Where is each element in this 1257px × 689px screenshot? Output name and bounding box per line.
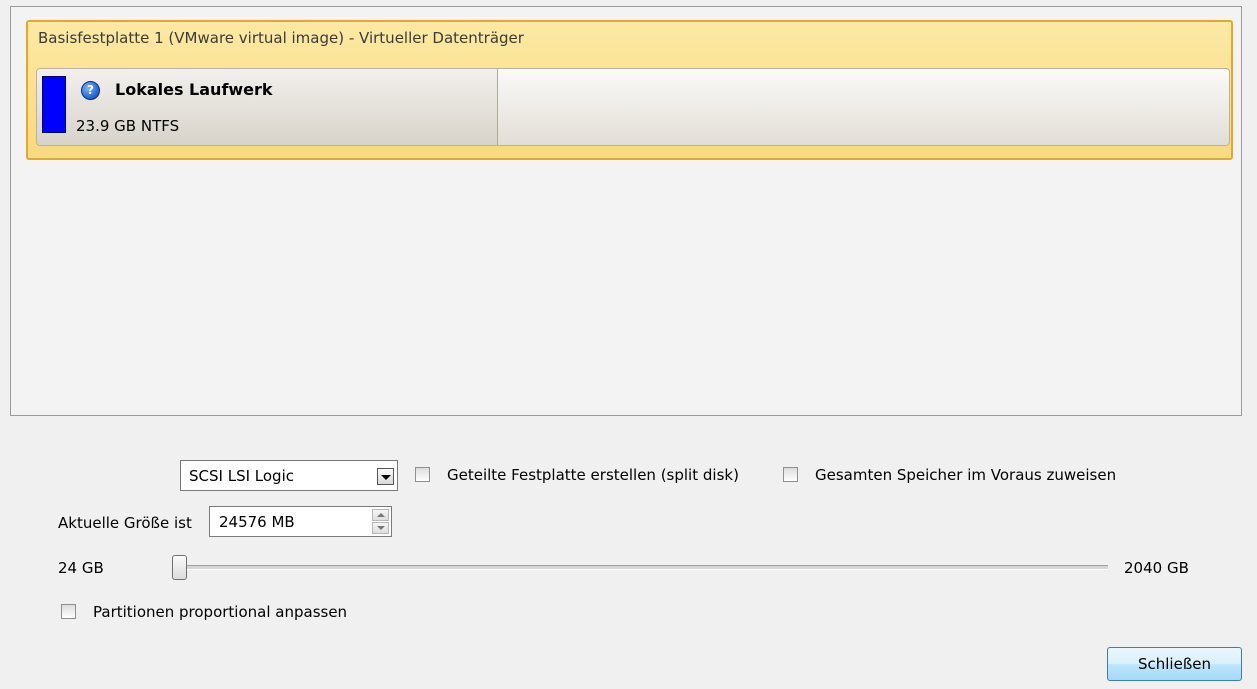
current-size-field[interactable]: 24576 MB bbox=[209, 506, 392, 537]
controller-type-value: SCSI LSI Logic bbox=[189, 467, 294, 485]
size-slider-track[interactable] bbox=[178, 565, 1108, 570]
preallocate-checkbox[interactable] bbox=[783, 467, 798, 482]
partition-name: Lokales Laufwerk bbox=[115, 80, 273, 99]
preallocate-label: Gesamten Speicher im Voraus zuweisen bbox=[815, 466, 1117, 484]
partition-color-swatch bbox=[42, 76, 66, 133]
disk-card[interactable]: Basisfestplatte 1 (VMware virtual image)… bbox=[26, 20, 1233, 160]
partition-bar: ? Lokales Laufwerk 23.9 GB NTFS bbox=[36, 68, 1230, 146]
spin-down-icon[interactable] bbox=[372, 522, 389, 534]
partition-block[interactable]: ? Lokales Laufwerk 23.9 GB NTFS bbox=[37, 69, 498, 145]
split-disk-checkbox[interactable] bbox=[415, 467, 430, 482]
proportional-checkbox[interactable] bbox=[61, 604, 76, 619]
slider-min-label: 24 GB bbox=[58, 559, 104, 577]
partition-size: 23.9 GB NTFS bbox=[76, 117, 180, 135]
spin-up-icon[interactable] bbox=[372, 509, 389, 521]
disk-title: Basisfestplatte 1 (VMware virtual image)… bbox=[38, 29, 524, 47]
size-spinner bbox=[372, 509, 389, 534]
disk-map-panel: Basisfestplatte 1 (VMware virtual image)… bbox=[10, 6, 1242, 416]
close-button[interactable]: Schließen bbox=[1107, 647, 1242, 681]
controller-type-select[interactable]: SCSI LSI Logic bbox=[180, 460, 398, 491]
current-size-label: Aktuelle Größe ist bbox=[58, 514, 192, 532]
chevron-down-icon[interactable] bbox=[377, 468, 394, 485]
question-icon: ? bbox=[81, 81, 100, 100]
current-size-value: 24576 MB bbox=[219, 513, 295, 531]
split-disk-label: Geteilte Festplatte erstellen (split dis… bbox=[447, 466, 739, 484]
size-slider-thumb[interactable] bbox=[172, 555, 187, 580]
proportional-label: Partitionen proportional anpassen bbox=[93, 603, 348, 621]
slider-max-label: 2040 GB bbox=[1124, 559, 1189, 577]
